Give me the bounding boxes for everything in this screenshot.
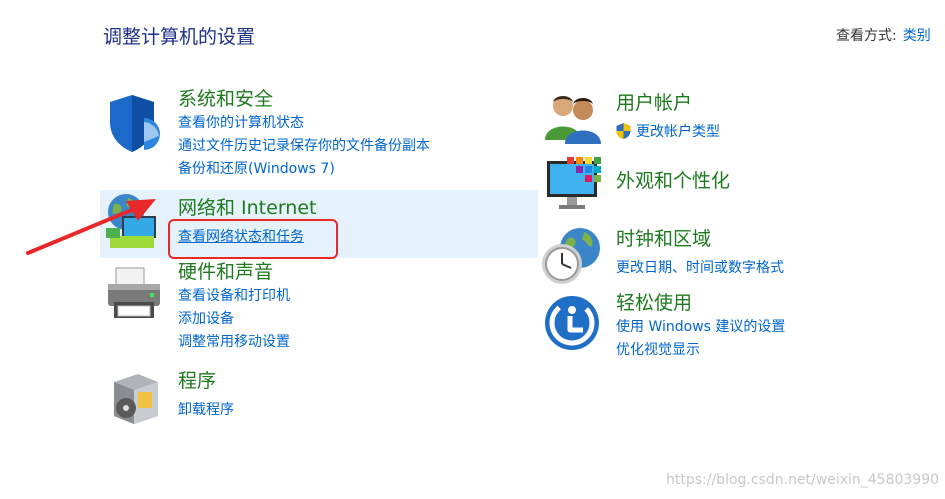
clock-globe-icon: [542, 228, 600, 284]
task-file-history[interactable]: 通过文件历史记录保存你的文件备份副本: [178, 135, 430, 157]
task-devices-printers[interactable]: 查看设备和打印机: [178, 285, 290, 307]
annotation-highlight-box: [168, 219, 338, 259]
task-change-date-time[interactable]: 更改日期、时间或数字格式: [616, 257, 784, 279]
category-title-programs[interactable]: 程序: [178, 369, 216, 393]
category-title-ease[interactable]: 轻松使用: [616, 291, 692, 315]
task-add-device[interactable]: 添加设备: [178, 308, 234, 330]
task-backup-restore[interactable]: 备份和还原(Windows 7): [178, 158, 335, 180]
program-box-icon: [114, 374, 158, 424]
category-title-users[interactable]: 用户帐户: [616, 91, 692, 115]
monitor-palette-icon: [547, 157, 601, 209]
task-change-account-type[interactable]: 更改帐户类型: [636, 121, 720, 143]
accessibility-icon: [545, 296, 599, 350]
page-title: 调整计算机的设置: [103, 26, 256, 48]
annotation-arrow-icon: [26, 199, 156, 255]
view-by-label: 查看方式:: [836, 28, 897, 44]
printer-icon: [108, 267, 160, 318]
category-title-system[interactable]: 系统和安全: [178, 87, 273, 111]
category-title-hardware[interactable]: 硬件和声音: [178, 260, 273, 284]
view-by-dropdown[interactable]: 类别: [903, 28, 931, 44]
view-by: 查看方式: 类别: [836, 25, 931, 45]
task-view-computer-status[interactable]: 查看你的计算机状态: [178, 112, 304, 134]
uac-shield-icon: [616, 123, 631, 139]
watermark: https://blog.csdn.net/weixin_45803990: [666, 472, 940, 488]
users-icon: [545, 96, 601, 144]
category-title-network[interactable]: 网络和 Internet: [178, 196, 316, 220]
category-title-appearance[interactable]: 外观和个性化: [616, 169, 730, 193]
category-title-clock[interactable]: 时钟和区域: [616, 227, 711, 251]
task-uninstall-program[interactable]: 卸载程序: [178, 399, 234, 421]
task-mobility-settings[interactable]: 调整常用移动设置: [178, 331, 290, 353]
shield-icon: [110, 95, 160, 152]
task-recommended-settings[interactable]: 使用 Windows 建议的设置: [616, 316, 785, 338]
task-optimize-visual[interactable]: 优化视觉显示: [616, 339, 700, 361]
